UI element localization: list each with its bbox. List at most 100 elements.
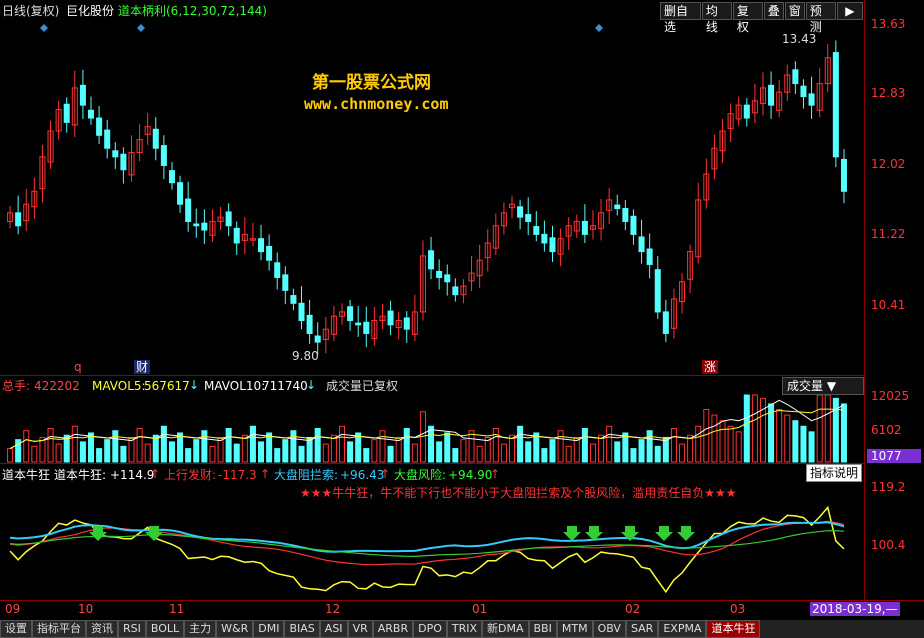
tab-item[interactable]: 新DMA [482, 620, 529, 638]
price-tick: 13.63 [871, 17, 906, 31]
volume-bar [7, 448, 14, 463]
volume-bar [662, 436, 669, 463]
tab-item[interactable]: DMI [253, 620, 285, 638]
volume-bar [622, 432, 629, 463]
mavol10-value: 711740 [262, 379, 308, 393]
mavol5-line [9, 399, 845, 450]
candle-body [646, 248, 653, 266]
tab-item[interactable]: 资讯 [86, 620, 118, 638]
volume-bar [104, 439, 111, 463]
volume-bar [274, 448, 281, 463]
up-arrow-icon: ↑ [380, 467, 391, 481]
volume-bar [452, 448, 459, 463]
volume-bar [330, 434, 337, 463]
volume-selector[interactable]: 成交量 ▼ [782, 377, 864, 395]
tab-item[interactable]: RSI [118, 620, 146, 638]
candle-body [233, 227, 240, 244]
tab-item[interactable]: 道本牛狂 [706, 620, 761, 638]
volume-bar [751, 394, 758, 463]
volume-bar [266, 432, 273, 463]
tab-item[interactable]: EXPMA [658, 620, 707, 638]
total-volume-value: 422202 [34, 379, 80, 393]
tab-item[interactable]: BBI [528, 620, 557, 638]
tab-item[interactable]: DPO [413, 620, 447, 638]
candle-body [290, 295, 297, 304]
volume-bar [355, 432, 362, 463]
rise-marker[interactable]: 涨 [702, 360, 719, 374]
tab-item[interactable]: BOLL [145, 620, 185, 638]
candle-body [832, 52, 839, 158]
candle-body [743, 104, 750, 119]
buy-arrow-icon [563, 526, 581, 541]
volume-bar [468, 430, 475, 463]
candle-body [258, 238, 265, 253]
volume-bar [112, 430, 119, 463]
month-tick: 01 [472, 602, 488, 616]
volume-bar [670, 428, 677, 463]
tab-item[interactable]: ARBR [372, 620, 414, 638]
indicator-tick: 119.2 [871, 480, 906, 494]
candle-body [15, 212, 22, 227]
volume-bar [403, 428, 410, 463]
volume-bar [71, 425, 78, 463]
volume-bar [428, 425, 435, 463]
total-volume-label: 总手: [2, 379, 31, 393]
tab-item[interactable]: 主力 [184, 620, 217, 638]
marker-diamond-icon [40, 24, 48, 32]
high-price-label: 13.43 [782, 32, 817, 46]
volume-bar [306, 436, 313, 463]
tab-item[interactable]: TRIX [446, 620, 483, 638]
volume-bar [711, 414, 718, 463]
watermark-url: www.chnmoney.com [304, 95, 449, 113]
volume-bar [824, 394, 831, 463]
tab-item[interactable]: SAR [625, 620, 659, 638]
candle-body [152, 128, 159, 149]
volume-bar [79, 441, 86, 463]
tab-settings[interactable]: 设置 [0, 620, 32, 638]
price-chart[interactable] [0, 0, 864, 600]
volume-bar [217, 436, 224, 463]
candle-body [120, 153, 127, 171]
volume-bar [411, 443, 418, 463]
indicator-help-button[interactable]: 指标说明 [806, 464, 863, 482]
volume-bar [484, 436, 491, 463]
bull-value: +114.9 [110, 468, 155, 482]
volume-bar [792, 420, 799, 463]
candle-body [87, 109, 95, 119]
tab-item[interactable]: W&R [216, 620, 254, 638]
volume-bar [573, 436, 580, 463]
volume-bar [23, 430, 30, 463]
candle-body [355, 322, 362, 326]
candle-body [581, 220, 588, 235]
volume-bar [581, 428, 588, 463]
volume-bar [177, 432, 184, 463]
candle-body [112, 150, 119, 158]
barrier-value: +96.43 [340, 468, 385, 482]
volume-bar [258, 441, 265, 463]
candle-body [177, 182, 184, 205]
panel-divider [0, 375, 864, 376]
volume-bar [735, 431, 742, 463]
tab-item[interactable]: OBV [592, 620, 626, 638]
volume-bar [743, 394, 750, 463]
volume-bar [241, 434, 248, 463]
volume-bar [565, 445, 572, 463]
candle-body [517, 206, 524, 218]
buy-arrow-icon [677, 526, 695, 541]
volume-bar [209, 445, 216, 463]
tab-item[interactable]: ASI [319, 620, 348, 638]
tab-item[interactable]: VR [347, 620, 373, 638]
volume-tick: 6102 [871, 423, 902, 437]
tab-item[interactable]: BIAS [284, 620, 320, 638]
candle-body [201, 222, 208, 231]
volume-bar [687, 434, 694, 463]
candle-body [274, 262, 281, 278]
tab-indicator-platform[interactable]: 指标平台 [32, 620, 86, 638]
volume-bar [589, 443, 596, 463]
tab-item[interactable]: MTM [556, 620, 593, 638]
panel-divider [0, 463, 864, 464]
event-marker[interactable]: q [74, 360, 82, 374]
indicator-header: 道本牛狂 道本牛狂: +114.9 ↑ 上行发财: -117.3 ↑ 大盘阻拦索… [0, 464, 864, 483]
finance-marker[interactable]: 财 [134, 360, 151, 374]
volume-bar [808, 431, 815, 463]
